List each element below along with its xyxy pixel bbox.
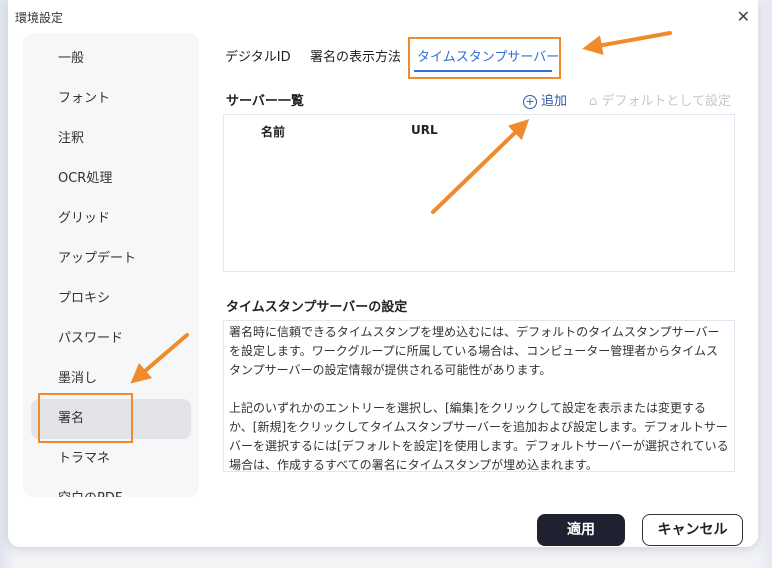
annotation-arrows xyxy=(130,31,672,384)
arrow-to-signature xyxy=(130,333,189,384)
arrow-to-add xyxy=(431,119,530,214)
arrow-to-tab xyxy=(582,31,672,56)
